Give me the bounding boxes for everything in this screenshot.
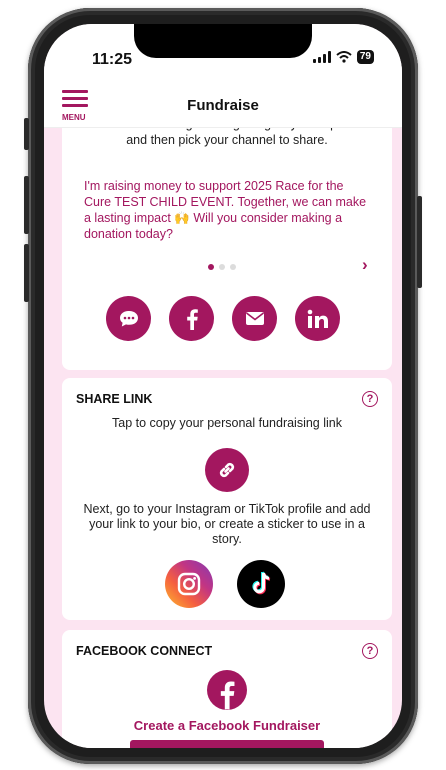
create-facebook-fundraiser-link[interactable]: Create a Facebook Fundraiser	[62, 718, 392, 733]
social-bio-instruction: Next, go to your Instagram or TikTok pro…	[83, 502, 371, 546]
link-icon	[219, 462, 235, 478]
email-share-button[interactable]	[232, 296, 277, 341]
carousel-dot[interactable]	[219, 264, 225, 270]
carousel-dots	[208, 264, 236, 270]
facebook-icon	[220, 681, 235, 710]
carousel-dot[interactable]	[230, 264, 236, 270]
status-icons: 79	[312, 50, 374, 64]
content-area: Select a fundraising message to give you…	[44, 116, 402, 748]
mute-switch	[24, 118, 29, 150]
share-channels	[106, 296, 340, 341]
message-card: Select a fundraising message to give you…	[62, 116, 392, 370]
volume-up-button	[24, 176, 29, 234]
notch	[134, 24, 312, 58]
signal-icon	[312, 51, 331, 63]
next-message-icon[interactable]: ›	[362, 255, 368, 275]
facebook-connect-title: FACEBOOK CONNECT	[76, 644, 213, 658]
battery-icon: 79	[356, 50, 374, 64]
share-link-card: SHARE LINK ? Tap to copy your personal f…	[62, 378, 392, 620]
copy-link-button[interactable]	[205, 448, 249, 492]
facebook-share-button[interactable]	[169, 296, 214, 341]
linkedin-share-button[interactable]	[295, 296, 340, 341]
share-link-title: SHARE LINK	[76, 392, 153, 406]
volume-down-button	[24, 244, 29, 302]
facebook-icon	[186, 308, 198, 330]
help-icon[interactable]: ?	[362, 643, 378, 659]
tiktok-icon	[252, 571, 271, 595]
page-title: Fundraise	[187, 97, 259, 114]
facebook-connect-card: FACEBOOK CONNECT ? Create a Facebook Fun…	[62, 630, 392, 748]
tiktok-button[interactable]	[237, 560, 285, 608]
social-platforms	[165, 560, 285, 608]
phone-screen: 11:25 79 MENU Fundraise Select a fundrai…	[44, 24, 402, 748]
linkedin-icon	[307, 309, 328, 328]
instagram-button[interactable]	[165, 560, 213, 608]
power-button	[417, 196, 422, 288]
email-icon	[245, 312, 264, 325]
copy-link-instruction: Tap to copy your personal fundraising li…	[112, 416, 342, 430]
nav-bar: MENU Fundraise	[44, 84, 402, 128]
message-icon	[119, 310, 138, 326]
facebook-connect-button[interactable]	[130, 740, 324, 748]
status-time: 11:25	[92, 51, 133, 68]
help-icon[interactable]: ?	[362, 391, 378, 407]
instagram-icon	[177, 572, 201, 596]
fundraising-message[interactable]: I'm raising money to support 2025 Race f…	[84, 178, 374, 242]
menu-label: MENU	[62, 113, 86, 122]
message-share-button[interactable]	[106, 296, 151, 341]
facebook-connect-icon	[207, 670, 247, 710]
carousel-dot[interactable]	[208, 264, 214, 270]
wifi-icon	[336, 51, 352, 63]
